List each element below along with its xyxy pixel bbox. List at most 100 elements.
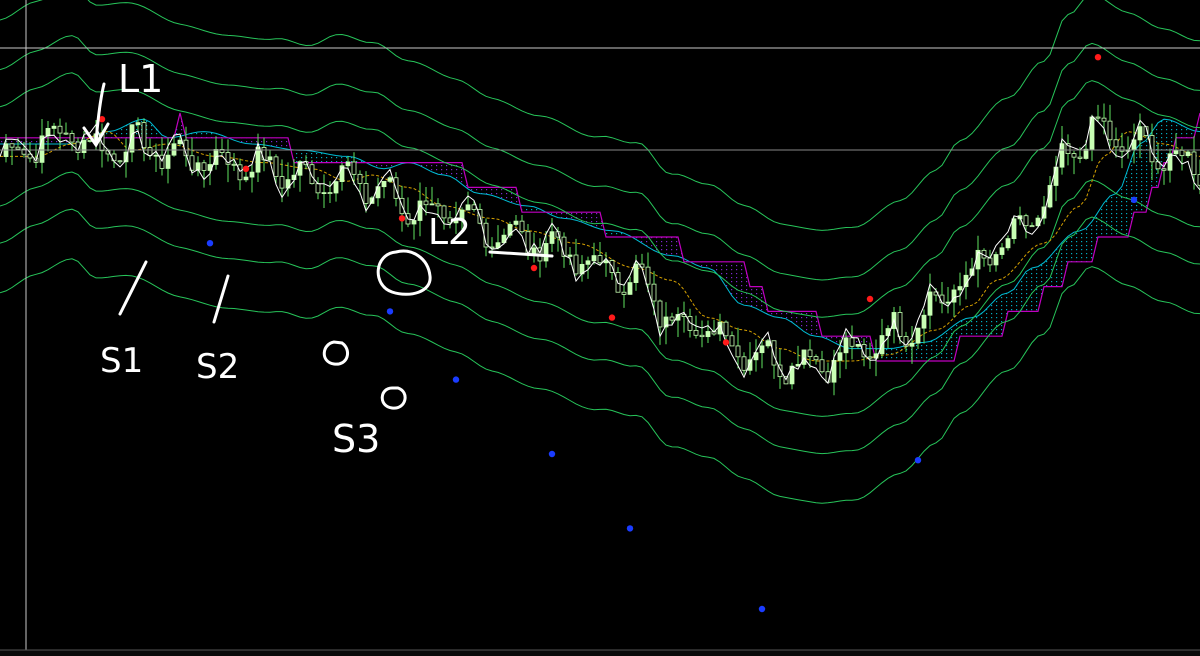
fractal-up-dot — [866, 295, 874, 303]
label-s2: S2 — [196, 347, 239, 387]
candle-body — [621, 291, 627, 295]
candle-body — [1179, 149, 1185, 157]
candle-body — [1083, 148, 1089, 159]
candle-body — [819, 359, 825, 373]
fractal-up-dot — [398, 215, 406, 222]
candle-body — [645, 266, 651, 285]
candle-body — [1107, 120, 1113, 141]
candle-body — [255, 147, 261, 173]
cloud-segment — [636, 237, 684, 262]
candle-body — [1137, 126, 1143, 141]
annotation-s3: S3 — [322, 340, 407, 461]
candle-body — [387, 177, 393, 182]
candle-body — [249, 171, 255, 178]
candle-body — [231, 163, 237, 166]
candle-body — [549, 231, 555, 244]
candle-body — [201, 162, 207, 171]
fractal-down-dot — [1130, 196, 1138, 203]
candle-body — [591, 255, 597, 262]
candle-body — [135, 122, 141, 126]
candle-body — [9, 143, 15, 148]
candle-body — [771, 340, 777, 366]
candle-body — [1005, 238, 1011, 249]
candle-body — [1161, 168, 1167, 171]
fractal-up-dot — [242, 165, 250, 172]
chart-container: L1 L2 S1 S2 S3 — [0, 0, 1200, 656]
time-axis-strip — [0, 649, 1200, 656]
candle-body — [693, 329, 699, 336]
fractal-up-dot — [1094, 54, 1102, 61]
candle-body — [1053, 166, 1059, 186]
candle-body — [1167, 153, 1173, 171]
cloud-segment — [522, 205, 552, 216]
annotation-s1: S1 — [100, 260, 148, 381]
candle-body — [843, 337, 849, 354]
candle-body — [627, 282, 633, 295]
candle-body — [807, 349, 813, 358]
candle-body — [897, 312, 903, 337]
candle-body — [267, 156, 273, 161]
candle-body — [849, 337, 855, 347]
candle-body — [273, 156, 279, 177]
candle-body — [669, 316, 675, 321]
candle-body — [855, 344, 861, 347]
candle-body — [15, 146, 21, 150]
hand-annotations: L1 L2 S1 S2 S3 — [82, 57, 554, 461]
candle-body — [315, 183, 321, 194]
candle-body — [471, 204, 477, 210]
candle-body — [237, 164, 243, 181]
underline-l2 — [488, 250, 554, 258]
candle-body — [411, 220, 417, 225]
candle-body — [723, 321, 729, 337]
fractal-down-dot — [452, 376, 460, 383]
fractal-down-dot — [914, 457, 922, 464]
candle-body — [1191, 151, 1197, 175]
candle-body — [1029, 225, 1035, 228]
fractal-down-dot — [758, 605, 766, 613]
cloud-segment — [606, 230, 636, 240]
candle-body — [531, 247, 537, 255]
annotation-s2: S2 — [196, 274, 239, 387]
price-chart: L1 L2 S1 S2 S3 — [0, 0, 1200, 656]
fractal-down-dot — [206, 240, 214, 247]
fractal-down-dot — [386, 308, 394, 315]
candle-body — [1071, 153, 1077, 158]
crosshair[interactable] — [0, 0, 1200, 650]
candle-body — [333, 181, 339, 194]
candle-body — [729, 335, 735, 347]
circle-s3-a — [322, 340, 350, 366]
candle-body — [543, 243, 549, 262]
candle-body — [1173, 149, 1179, 155]
candle-body — [957, 286, 963, 291]
candle-body — [1011, 218, 1017, 240]
candle-body — [381, 180, 387, 188]
candle-body — [1101, 117, 1107, 122]
candle-body — [699, 334, 705, 338]
candle-body — [351, 161, 357, 175]
candle-body — [363, 183, 369, 204]
candle-body — [1095, 116, 1101, 119]
candle-body — [921, 314, 927, 329]
candle-body — [69, 133, 75, 143]
candle-body — [813, 356, 819, 361]
candle-body — [741, 356, 747, 371]
candle-body — [633, 263, 639, 283]
candle-body — [81, 140, 87, 153]
candle-body — [165, 154, 171, 169]
candle-body — [987, 257, 993, 266]
candle-body — [567, 254, 573, 257]
candle-body — [945, 301, 951, 304]
candle-body — [279, 176, 285, 189]
candle-body — [915, 327, 921, 344]
candle-body — [573, 254, 579, 275]
fractal-up-dot — [530, 264, 538, 272]
label-s1: S1 — [100, 341, 143, 381]
candle-body — [657, 300, 663, 328]
candle-body — [867, 356, 873, 359]
candle-body — [465, 204, 471, 211]
candle-body — [417, 200, 423, 221]
candle-body — [117, 160, 123, 163]
fractal-up-dot — [608, 314, 616, 321]
stroke-s1 — [118, 260, 148, 316]
candle-body — [321, 192, 327, 195]
